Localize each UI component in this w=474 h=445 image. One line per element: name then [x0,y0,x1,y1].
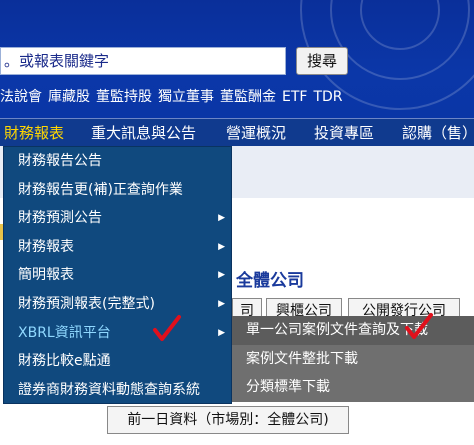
menu-item-financial-statements[interactable]: 財務報表 ▶ [4,233,231,262]
menu-item-financial-comparison[interactable]: 財務比較e點通 [4,347,231,376]
submenu-item-taxonomy-download[interactable]: 分類標準下載 [232,373,474,402]
menu-item-label: 財務報告更(補)正查詢作業 [18,181,183,198]
menu-item-label: 證券商財務資料動態查詢系統 [18,381,200,398]
quick-link[interactable]: TDR [313,89,342,105]
quick-link[interactable]: 庫藏股 [48,89,90,105]
quick-link[interactable]: ETF [282,89,307,105]
submenu-arrow-icon: ▶ [218,213,225,224]
search-button[interactable]: 搜尋 [296,47,348,75]
submenu-arrow-icon: ▶ [218,241,225,252]
submenu-item-batch-download[interactable]: 案例文件整批下載 [232,345,474,374]
menu-item-label: 簡明報表 [18,267,74,284]
financial-reports-dropdown: 財務報告公告 財務報告更(補)正查詢作業 財務預測公告 ▶ 財務報表 ▶ 簡明報表 ▶… [3,146,232,404]
menu-item-label: 財務報表 [18,238,74,255]
submenu-arrow-icon: ▶ [218,270,225,281]
nav-item-financial-reports[interactable]: 財務報表 [4,122,64,143]
menu-item-label: XBRL資訊平台 [18,324,111,341]
menu-item-label: 財務比較e點通 [18,353,111,370]
menu-item-broker-query[interactable]: 證券商財務資料動態查詢系統 [4,376,231,405]
menu-item-forecast-announcement[interactable]: 財務預測公告 ▶ [4,204,231,233]
submenu-arrow-icon: ▶ [218,327,225,338]
submenu-arrow-icon: ▶ [218,298,225,309]
nav-item-investment[interactable]: 投資專區 [314,122,374,143]
quick-link[interactable]: 法說會 [0,89,42,105]
search-input[interactable]: 。或報表關鍵字 [0,47,286,75]
red-check-icon [405,313,433,339]
menu-item-label: 財務預測報表(完整式) [18,295,155,312]
menu-item-label: 財務報告公告 [18,153,102,169]
menu-item-condensed-statements[interactable]: 簡明報表 ▶ [4,261,231,290]
main-nav: 財務報表 重大訊息與公告 營運概況 投資專區 認購（售） [0,118,474,146]
quick-link[interactable]: 董監酬金 [220,89,276,105]
nav-item-warrants[interactable]: 認購（售） [402,122,474,143]
quick-links: 法說會 庫藏股 董監持股 獨立董事 董監酬金 ETF TDR [0,86,349,106]
menu-item-full-forecast[interactable]: 財務預測報表(完整式) ▶ [4,290,231,319]
menu-item-xbrl-platform[interactable]: XBRL資訊平台 ▶ [4,318,231,348]
submenu-item-single-company-download[interactable]: 單一公司案例文件查詢及下載 [232,316,474,345]
quick-link[interactable]: 董監持股 [96,89,152,105]
page-heading: 全體公司 [236,271,304,291]
menu-item-report-announcement[interactable]: 財務報告公告 [4,147,231,176]
nav-item-operations[interactable]: 營運概況 [226,122,286,143]
nav-item-major-announcements[interactable]: 重大訊息與公告 [91,122,196,143]
xbrl-submenu: 單一公司案例文件查詢及下載 案例文件整批下載 分類標準下載 [232,316,474,402]
prev-day-button[interactable]: 前一日資料（市場別：全體公司) [107,406,349,434]
site-header: 。或報表關鍵字 搜尋 法說會 庫藏股 董監持股 獨立董事 董監酬金 ETF TDR [0,0,474,122]
quick-link[interactable]: 獨立董事 [158,89,214,105]
menu-item-label: 財務預測公告 [18,210,102,227]
red-check-icon [153,315,181,341]
menu-item-report-correction[interactable]: 財務報告更(補)正查詢作業 [4,176,231,205]
